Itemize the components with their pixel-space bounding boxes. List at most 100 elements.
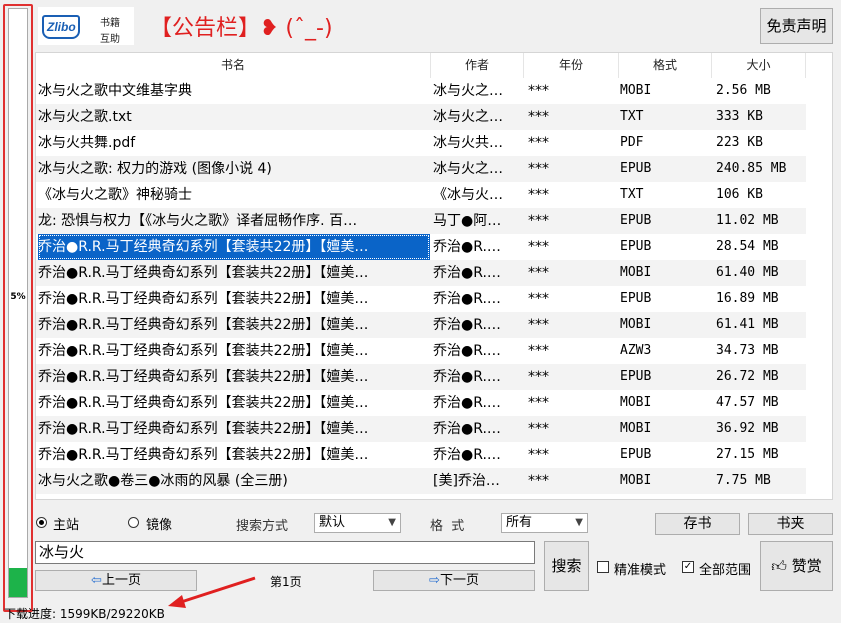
cell-author: 《冰与火… bbox=[433, 187, 503, 203]
cell-format: EPUB bbox=[620, 161, 652, 176]
cell-author: 乔治●R.… bbox=[433, 265, 501, 281]
cell-size: 34.73 MB bbox=[716, 343, 779, 358]
reward-label: 赞赏 bbox=[791, 557, 822, 575]
header-title[interactable]: 书名 bbox=[36, 53, 431, 78]
table-row[interactable]: 冰与火共舞.pdf 冰与火共… *** PDF 223 KB bbox=[36, 130, 806, 156]
cell-title: 冰与火共舞.pdf bbox=[38, 135, 136, 151]
notice-board[interactable]: 【公告栏】❥ (ˆ_-) bbox=[150, 10, 333, 42]
table-row[interactable]: 冰与火之歌: 权力的游戏 (图像小说 4) 冰与火之… *** EPUB 240.85 … bbox=[36, 156, 806, 182]
bookclip-button[interactable]: 书夹 bbox=[748, 513, 833, 535]
table-row[interactable]: 乔治●R.R.马丁经典奇幻系列【套装共22册】【嬗美… 乔治●R.… *** MOBI… bbox=[36, 312, 806, 338]
cell-author: 乔治●R.… bbox=[433, 317, 501, 333]
cell-author: 冰与火之… bbox=[433, 161, 503, 177]
cell-author: 冰与火共… bbox=[433, 135, 503, 151]
bookshelf-button[interactable]: 存书 bbox=[655, 513, 740, 535]
table-row[interactable]: 《冰与火之歌》神秘骑士 《冰与火… *** TXT 106 KB bbox=[36, 182, 806, 208]
cell-title: 乔治●R.R.马丁经典奇幻系列【套装共22册】【嬗美… bbox=[38, 317, 369, 333]
download-progress-percent: 5% bbox=[10, 292, 26, 302]
cell-title: 乔治●R.R.马丁经典奇幻系列【套装共22册】【嬗美… bbox=[38, 447, 369, 463]
full-range-checkbox[interactable]: ✓ bbox=[682, 561, 694, 573]
cell-author: 马丁●阿… bbox=[433, 213, 502, 229]
search-input[interactable]: 冰与火 bbox=[35, 541, 535, 564]
table-row[interactable]: 乔治●R.R.马丁经典奇幻系列【套装共22册】【嬗美… 乔治●R.… *** EPUB… bbox=[36, 286, 806, 312]
cell-year: *** bbox=[528, 421, 549, 437]
cell-title: 乔治●R.R.马丁经典奇幻系列【套装共22册】【嬗美… bbox=[38, 291, 369, 307]
source-main-radio[interactable] bbox=[36, 517, 47, 528]
cell-size: 16.89 MB bbox=[716, 291, 779, 306]
cell-format: AZW3 bbox=[620, 343, 652, 358]
cell-title: 冰与火之歌●卷三●冰雨的风暴 (全三册) bbox=[38, 473, 288, 489]
next-page-button[interactable]: ⇨下一页 bbox=[373, 570, 535, 591]
cell-year: *** bbox=[528, 265, 549, 281]
annotation-arrow-icon bbox=[168, 576, 256, 608]
cell-format: MOBI bbox=[620, 83, 652, 98]
table-row[interactable]: 龙: 恐惧与权力【《冰与火之歌》译者屈畅作序. 百… 马丁●阿… *** EPUB 11… bbox=[36, 208, 806, 234]
cell-format: MOBI bbox=[620, 473, 652, 488]
cell-format: TXT bbox=[620, 187, 644, 202]
cell-size: 61.40 MB bbox=[716, 265, 779, 280]
table-row[interactable]: 乔治●R.R.马丁经典奇幻系列【套装共22册】【嬗美… 乔治●R.… *** MOBI… bbox=[36, 416, 806, 442]
cell-size: 240.85 MB bbox=[716, 161, 787, 176]
logo-text-line1: 书籍 bbox=[100, 18, 120, 29]
exact-mode-label: 精准模式 bbox=[614, 563, 667, 578]
arrow-right-icon: ⇨ bbox=[429, 573, 440, 588]
table-row[interactable]: 乔治●R.R.马丁经典奇幻系列【套装共22册】【嬗美… 乔治●R.… *** AZW3… bbox=[36, 338, 806, 364]
cell-author: 乔治●R.… bbox=[433, 343, 501, 359]
disclaimer-button[interactable]: 免责声明 bbox=[760, 8, 833, 44]
search-mode-select[interactable]: 默认 ▼ bbox=[314, 513, 401, 533]
cell-format: EPUB bbox=[620, 447, 652, 462]
table-row[interactable]: 乔治●R.R.马丁经典奇幻系列【套装共22册】【嬗美… 乔治●R.… *** EPUB… bbox=[36, 234, 806, 260]
format-filter-select[interactable]: 所有 ▼ bbox=[501, 513, 588, 533]
cell-year: *** bbox=[528, 187, 549, 203]
cell-title: 冰与火之歌: 权力的游戏 (图像小说 4) bbox=[38, 161, 272, 177]
cell-title: 乔治●R.R.马丁经典奇幻系列【套装共22册】【嬗美… bbox=[38, 234, 430, 260]
cell-author: 冰与火之… bbox=[433, 109, 503, 125]
reward-button[interactable]: 👍︎ 赞赏 bbox=[760, 541, 833, 591]
exact-mode-checkbox[interactable] bbox=[597, 561, 609, 573]
source-mirror-label: 镜像 bbox=[146, 518, 173, 533]
download-status: 下载进度: 1599KB/29220KB bbox=[4, 607, 165, 621]
cell-format: EPUB bbox=[620, 239, 652, 254]
table-row[interactable]: 乔治●R.R.马丁经典奇幻系列【套装共22册】【嬗美… 乔治●R.… *** EPUB… bbox=[36, 364, 806, 390]
cell-year: *** bbox=[528, 447, 549, 463]
table-row[interactable]: 乔治●R.R.马丁经典奇幻系列【套装共22册】【嬗美… 乔治●R.… *** EPUB… bbox=[36, 442, 806, 468]
header-format[interactable]: 格式 bbox=[619, 53, 712, 78]
cell-author: 乔治●R.… bbox=[433, 369, 501, 385]
cell-author: 冰与火之… bbox=[433, 83, 503, 99]
next-page-label: 下一页 bbox=[439, 573, 479, 588]
cell-year: *** bbox=[528, 343, 549, 359]
cell-title: 乔治●R.R.马丁经典奇幻系列【套装共22册】【嬗美… bbox=[38, 369, 369, 385]
cell-size: 106 KB bbox=[716, 187, 763, 202]
cell-title: 冰与火之歌中文维基字典 bbox=[38, 83, 192, 99]
cell-title: 乔治●R.R.马丁经典奇幻系列【套装共22册】【嬗美… bbox=[38, 265, 369, 281]
app-logo: Zlibo 书籍 互助 bbox=[38, 7, 134, 45]
header-author[interactable]: 作者 bbox=[431, 53, 524, 78]
cell-year: *** bbox=[528, 213, 549, 229]
cell-size: 61.41 MB bbox=[716, 317, 779, 332]
table-row[interactable]: 冰与火之歌●卷三●冰雨的风暴 (全三册) [美]乔治… *** MOBI 7.75 MB bbox=[36, 468, 806, 494]
arrow-left-icon: ⇦ bbox=[91, 573, 102, 588]
cell-format: MOBI bbox=[620, 317, 652, 332]
cell-size: 36.92 MB bbox=[716, 421, 779, 436]
header-size[interactable]: 大小 bbox=[712, 53, 806, 78]
cell-title: 冰与火之歌.txt bbox=[38, 109, 132, 125]
cell-format: MOBI bbox=[620, 395, 652, 410]
cell-size: 11.02 MB bbox=[716, 213, 779, 228]
cell-format: EPUB bbox=[620, 213, 652, 228]
table-row[interactable]: 冰与火之歌中文维基字典 冰与火之… *** MOBI 2.56 MB bbox=[36, 78, 806, 104]
cell-title: 乔治●R.R.马丁经典奇幻系列【套装共22册】【嬗美… bbox=[38, 395, 369, 411]
cell-author: 乔治●R.… bbox=[433, 395, 501, 411]
chevron-down-icon: ▼ bbox=[575, 517, 583, 528]
results-table[interactable]: 书名 作者 年份 格式 大小 冰与火之歌中文维基字典 冰与火之… *** MOBI 2.… bbox=[35, 52, 833, 500]
cell-size: 7.75 MB bbox=[716, 473, 771, 488]
table-row[interactable]: 乔治●R.R.马丁经典奇幻系列【套装共22册】【嬗美… 乔治●R.… *** MOBI… bbox=[36, 390, 806, 416]
cell-format: EPUB bbox=[620, 369, 652, 384]
cell-title: 乔治●R.R.马丁经典奇幻系列【套装共22册】【嬗美… bbox=[38, 421, 369, 437]
search-button[interactable]: 搜索 bbox=[544, 541, 589, 591]
thumbs-up-icon: 👍︎ bbox=[771, 557, 787, 575]
source-mirror-radio[interactable] bbox=[128, 517, 139, 528]
table-row[interactable]: 冰与火之歌.txt 冰与火之… *** TXT 333 KB bbox=[36, 104, 806, 130]
table-row[interactable]: 乔治●R.R.马丁经典奇幻系列【套装共22册】【嬗美… 乔治●R.… *** MOBI… bbox=[36, 260, 806, 286]
download-progress-fill bbox=[9, 568, 27, 597]
header-year[interactable]: 年份 bbox=[524, 53, 619, 78]
